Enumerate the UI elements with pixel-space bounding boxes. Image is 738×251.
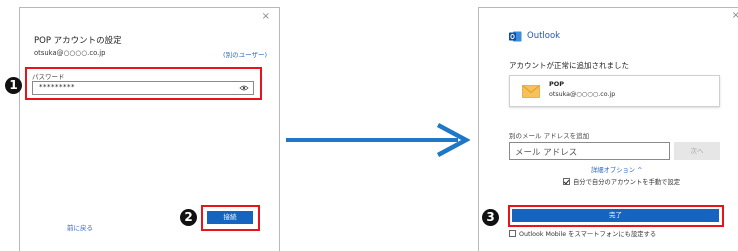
- email-input[interactable]: メール アドレス: [509, 142, 670, 160]
- checkbox-icon[interactable]: [563, 178, 570, 185]
- add-email-label: 別のメール アドレスを追加: [509, 132, 590, 140]
- connect-button[interactable]: 接続: [207, 211, 253, 224]
- connect-highlight: 接続: [201, 205, 260, 231]
- done-highlight: 完了: [508, 205, 724, 227]
- mail-icon: [522, 85, 540, 98]
- checkbox-icon[interactable]: [509, 230, 516, 237]
- step-1-badge: 1: [5, 77, 22, 94]
- back-link[interactable]: 前に戻る: [67, 222, 93, 232]
- step-2-badge: 2: [180, 209, 197, 226]
- password-field[interactable]: *********: [32, 81, 254, 95]
- mobile-setup-label: Outlook Mobile をスマートフォンにも設定する: [519, 231, 657, 238]
- account-email: otsuka@○○○○.co.jp: [34, 49, 106, 57]
- outlook-logo-icon: [509, 31, 522, 42]
- close-icon[interactable]: ×: [732, 11, 738, 21]
- manual-setup-label: 自分で自分のアカウントを手動で設定: [573, 179, 681, 186]
- account-email: otsuka@○○○○.co.jp: [549, 91, 616, 98]
- password-value: *********: [39, 83, 75, 91]
- other-user-link[interactable]: (別のユーザー): [223, 49, 267, 59]
- close-icon[interactable]: ×: [262, 12, 270, 22]
- eye-icon[interactable]: [239, 84, 249, 92]
- dialog-title: POP アカウントの設定: [34, 36, 122, 46]
- email-placeholder: メール アドレス: [515, 148, 578, 158]
- advanced-options-link[interactable]: 詳細オプション ^: [591, 165, 642, 174]
- step-3-badge: 3: [482, 209, 499, 226]
- done-button[interactable]: 完了: [512, 209, 719, 222]
- manual-setup-option[interactable]: 自分で自分のアカウントを手動で設定: [563, 177, 680, 186]
- account-type: POP: [549, 80, 565, 88]
- account-added-message: アカウントが正常に追加されました: [509, 61, 629, 70]
- arrow-right-icon: [286, 123, 470, 157]
- password-highlight: パスワード *********: [25, 67, 262, 100]
- password-label: パスワード: [32, 73, 65, 81]
- next-button[interactable]: 次へ: [674, 142, 720, 160]
- app-name: Outlook: [527, 31, 561, 41]
- mobile-setup-option[interactable]: Outlook Mobile をスマートフォンにも設定する: [509, 229, 656, 238]
- account-card: POP otsuka@○○○○.co.jp: [509, 75, 720, 107]
